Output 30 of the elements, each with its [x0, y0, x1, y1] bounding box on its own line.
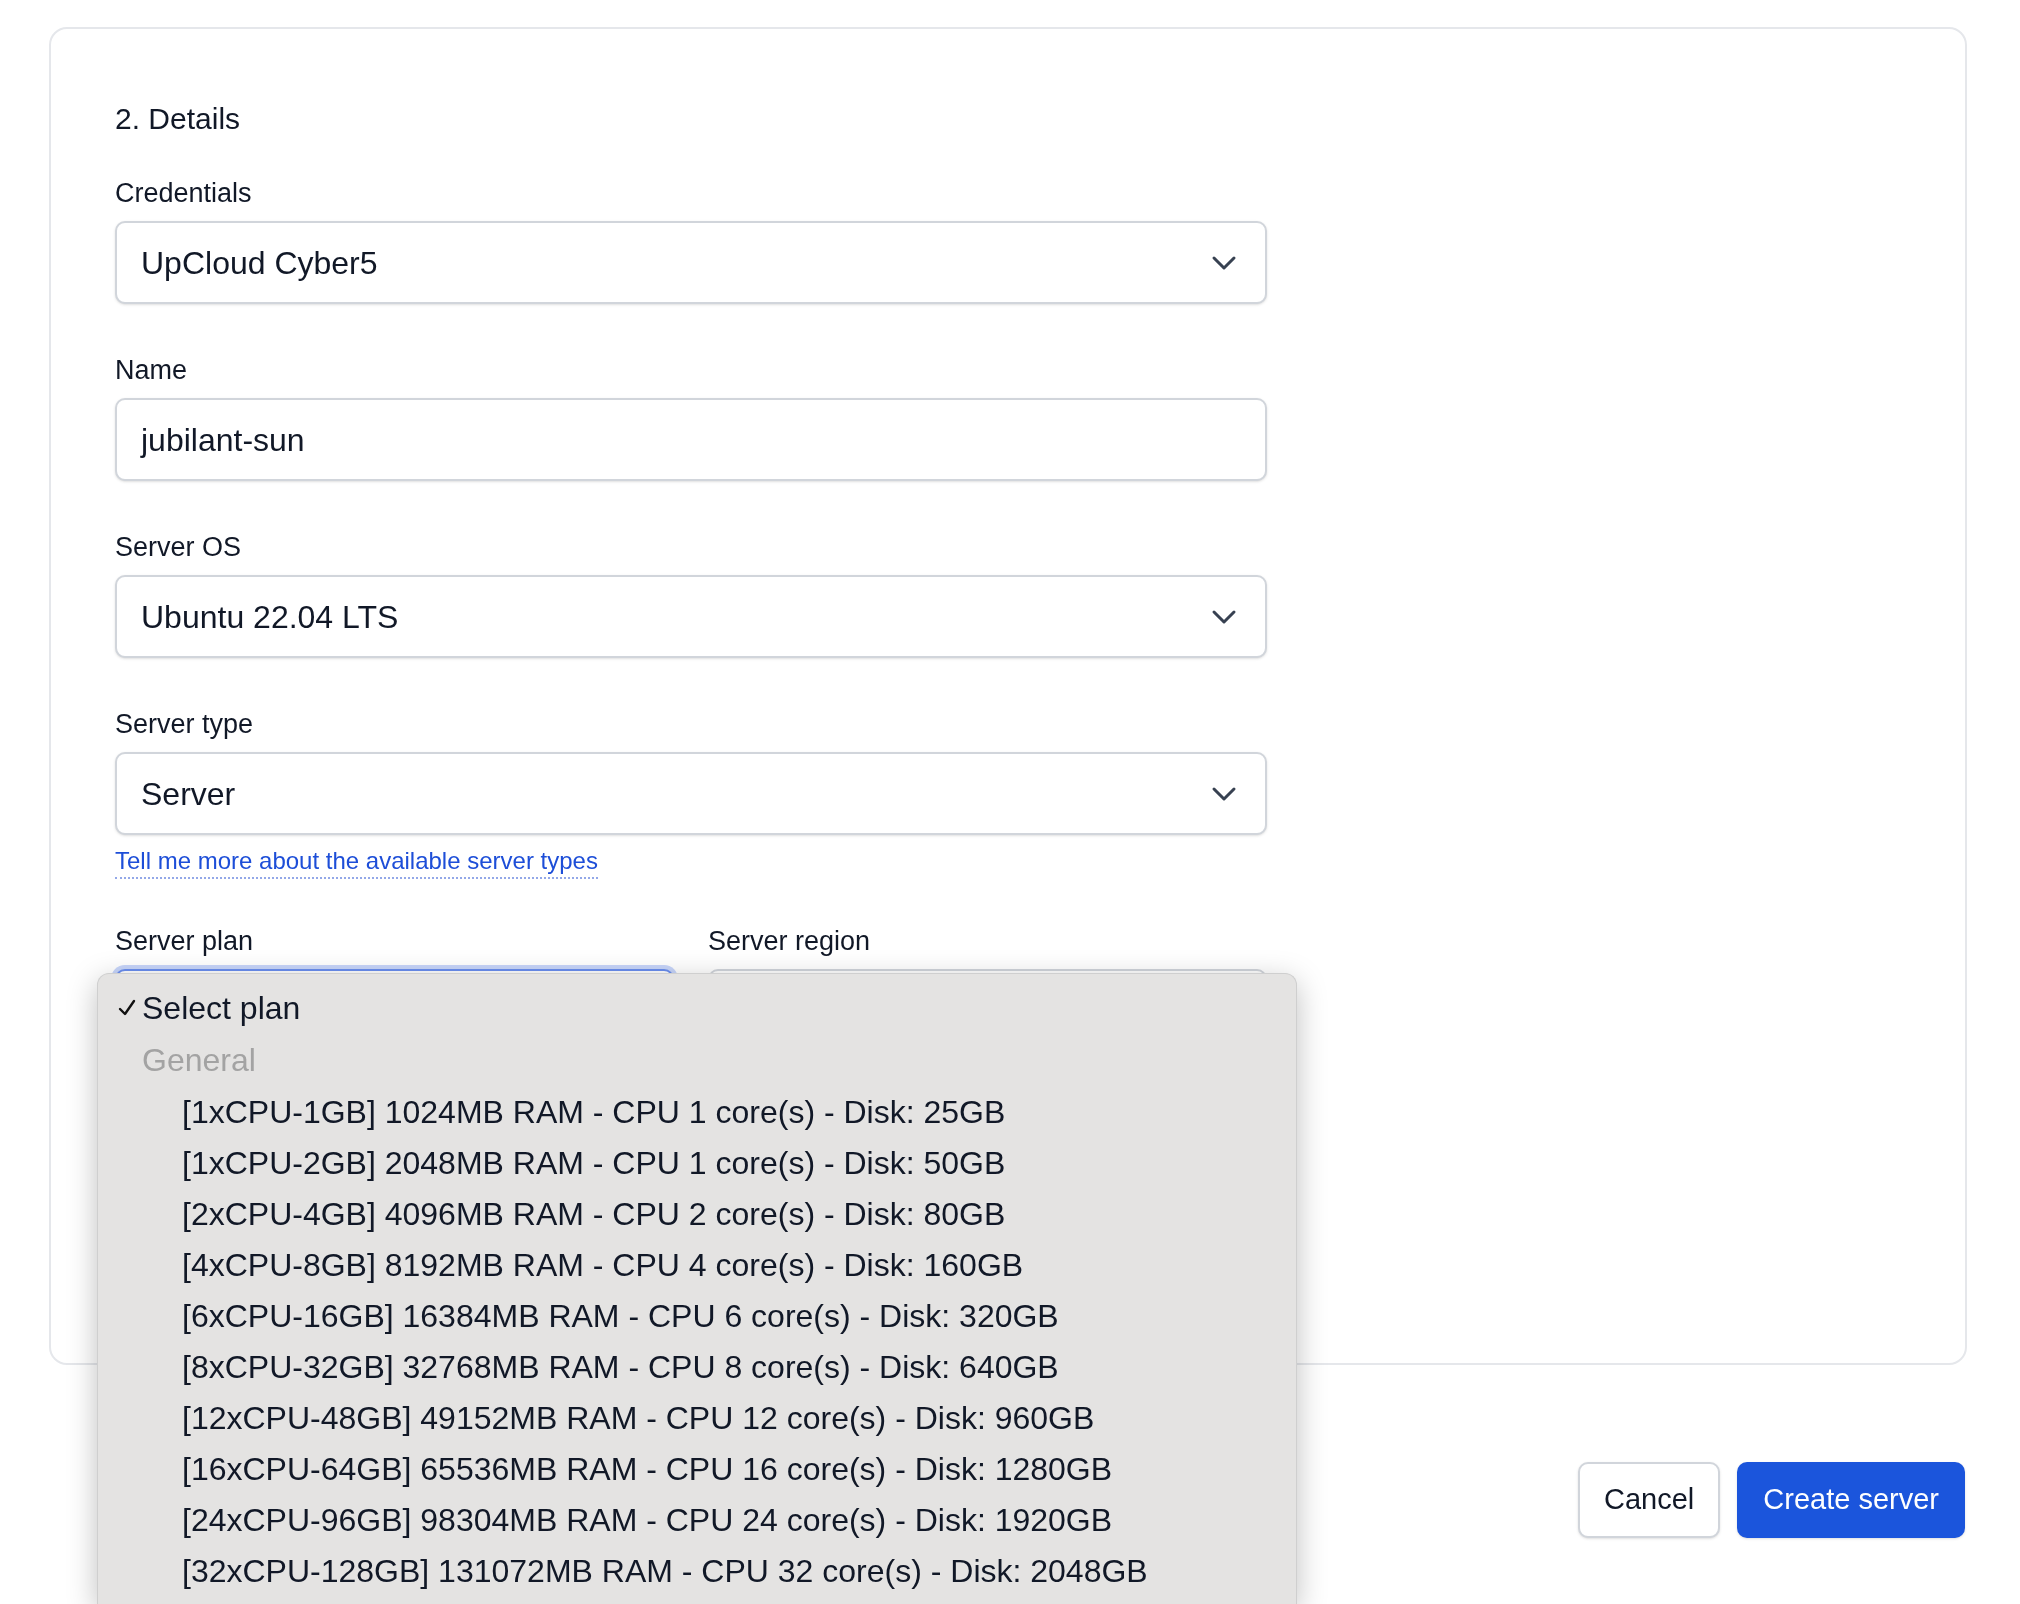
- cancel-button[interactable]: Cancel: [1578, 1462, 1721, 1538]
- field-label: Server region: [708, 925, 872, 958]
- dropdown-option[interactable]: [6xCPU-16GB] 16384MB RAM - CPU 6 core(s) - Disk: 320GB: [98, 1290, 1296, 1341]
- field-label: Name: [115, 354, 189, 387]
- field-label: Credentials: [115, 177, 253, 210]
- chevron-down-icon: [1211, 608, 1237, 625]
- field-label: Server plan: [115, 925, 255, 958]
- checkmark-icon: [118, 999, 136, 1017]
- field-label: Server OS: [115, 531, 243, 564]
- option-group-label: General: [141, 1041, 257, 1080]
- input-field[interactable]: jubilant-sun: [115, 398, 1267, 481]
- dropdown-option[interactable]: [32xCPU-128GB] 131072MB RAM - CPU 32 core(s) - Disk: 2048GB: [98, 1545, 1296, 1596]
- chevron-down-icon: [1211, 254, 1237, 271]
- section-title: 2. Details: [115, 101, 242, 137]
- create-button[interactable]: Create server: [1737, 1462, 1965, 1538]
- dropdown-option[interactable]: Select plan: [98, 982, 1296, 1034]
- dropdown-option[interactable]: [4xCPU-8GB] 8192MB RAM - CPU 4 core(s) - Disk: 160GB: [98, 1239, 1296, 1290]
- select-field[interactable]: Server: [115, 752, 1267, 835]
- dropdown-option[interactable]: [24xCPU-96GB] 98304MB RAM - CPU 24 core(s) - Disk: 1920GB: [98, 1494, 1296, 1545]
- dropdown-option[interactable]: [1xCPU-2GB] 2048MB RAM - CPU 1 core(s) - Disk: 50GB: [98, 1137, 1296, 1188]
- dropdown-option[interactable]: [12xCPU-48GB] 49152MB RAM - CPU 12 core(s) - Disk: 960GB: [98, 1392, 1296, 1443]
- dropdown-option[interactable]: [8xCPU-32GB] 32768MB RAM - CPU 8 core(s) - Disk: 640GB: [98, 1341, 1296, 1392]
- dropdown-option[interactable]: [16xCPU-64GB] 65536MB RAM - CPU 16 core(s) - Disk: 1280GB: [98, 1443, 1296, 1494]
- dropdown-option[interactable]: [2xCPU-4GB] 4096MB RAM - CPU 2 core(s) - Disk: 80GB: [98, 1188, 1296, 1239]
- select-field[interactable]: Ubuntu 22.04 LTS: [115, 575, 1267, 658]
- select-field[interactable]: UpCloud Cyber5: [115, 221, 1267, 304]
- field-label: Server type: [115, 708, 255, 741]
- help-link[interactable]: Tell me more about the available server types: [115, 845, 598, 879]
- chevron-down-icon: [1211, 785, 1237, 802]
- dropdown-option[interactable]: [1xCPU-1GB] 1024MB RAM - CPU 1 core(s) - Disk: 25GB: [98, 1086, 1296, 1137]
